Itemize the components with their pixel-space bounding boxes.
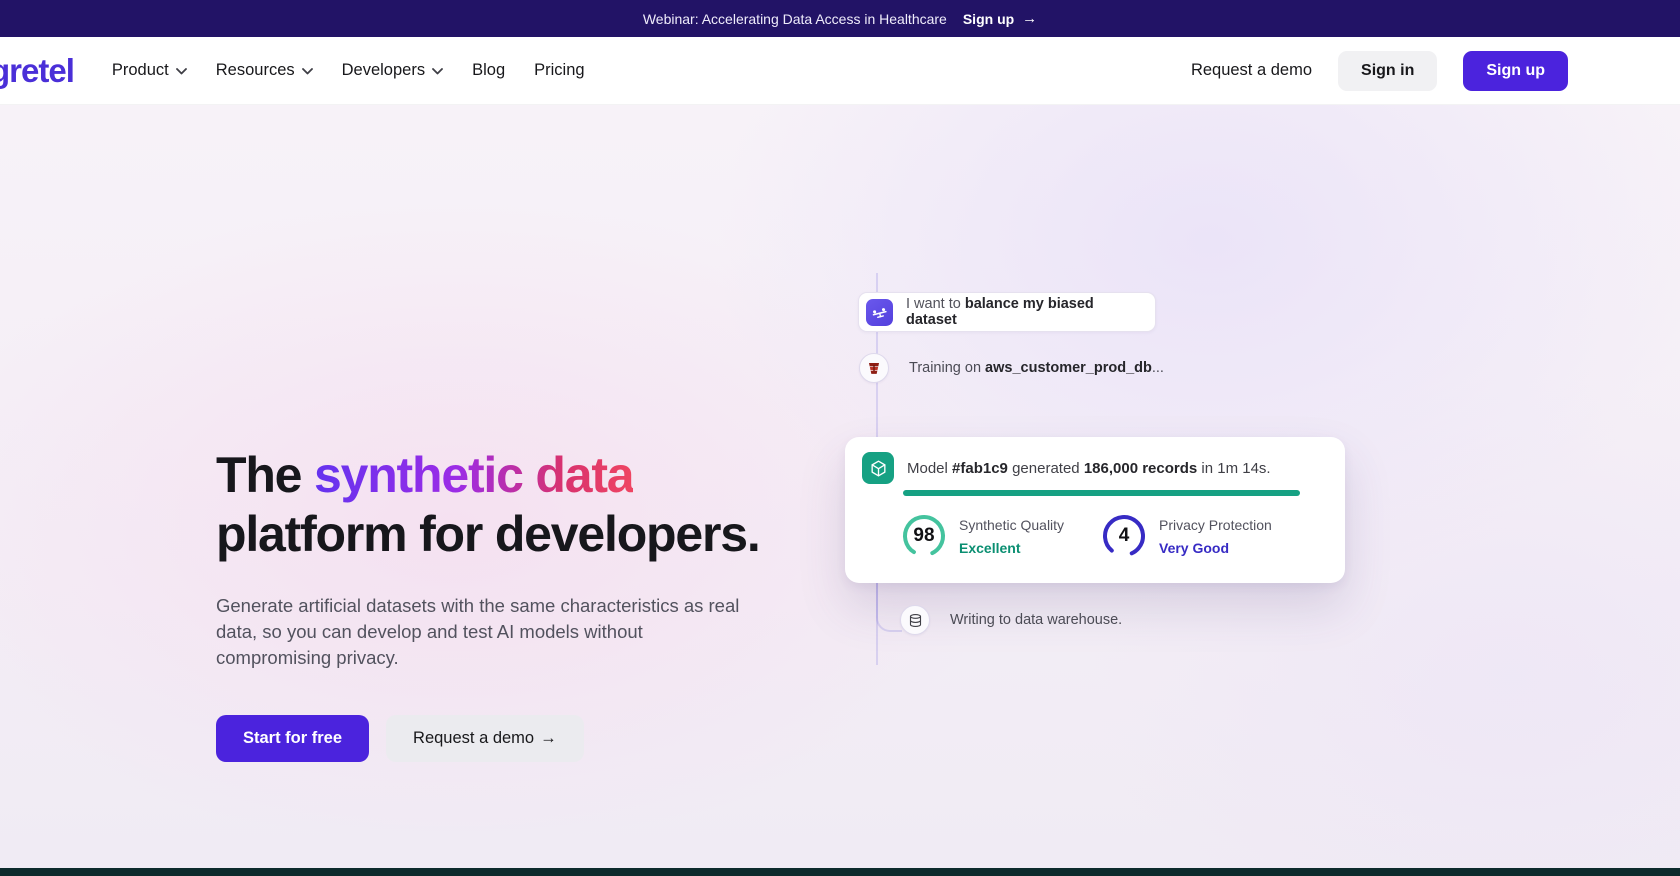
- hero-title-prefix: The: [216, 447, 314, 503]
- privacy-score-value: 4: [1101, 513, 1147, 559]
- chevron-down-icon: [302, 68, 313, 75]
- synthetic-quality-metric: 98 Synthetic Quality Excellent: [901, 513, 1064, 559]
- arrow-right-icon: →: [1022, 10, 1037, 27]
- nav-item-pricing[interactable]: Pricing: [534, 61, 584, 80]
- gretel-logo[interactable]: gretel: [0, 54, 74, 87]
- workflow-writing-step: Writing to data warehouse.: [900, 605, 1122, 635]
- nav-item-resources[interactable]: Resources: [216, 61, 313, 80]
- database-icon: [900, 605, 930, 635]
- request-demo-link[interactable]: Request a demo: [1191, 61, 1312, 80]
- sign-in-button[interactable]: Sign in: [1338, 51, 1437, 91]
- sign-up-button[interactable]: Sign up: [1463, 51, 1568, 91]
- prompt-text: I want to balance my biased dataset: [906, 296, 1148, 328]
- quality-score-value: 98: [901, 513, 947, 559]
- request-demo-button[interactable]: Request a demo→: [386, 715, 584, 762]
- arrow-right-icon: →: [540, 729, 557, 747]
- banner-text: Webinar: Accelerating Data Access in Hea…: [643, 11, 947, 27]
- writing-text: Writing to data warehouse.: [950, 612, 1122, 628]
- quality-rating: Excellent: [959, 540, 1064, 556]
- model-row: Model #fab1c9 generated 186,000 records …: [862, 452, 1271, 484]
- model-cube-icon: [862, 452, 894, 484]
- announcement-banner: Webinar: Accelerating Data Access in Hea…: [0, 0, 1680, 37]
- hero-cta-row: Start for free Request a demo→: [216, 715, 776, 762]
- hero-copy: The synthetic dataplatform for developer…: [216, 446, 776, 762]
- main-nav: gretel Product Resources Developers Blog…: [0, 37, 1680, 105]
- start-free-button[interactable]: Start for free: [216, 715, 369, 762]
- chevron-down-icon: [176, 68, 187, 75]
- s3-bucket-icon: [859, 353, 889, 383]
- privacy-protection-metric: 4 Privacy Protection Very Good: [1101, 513, 1272, 559]
- nav-item-developers[interactable]: Developers: [342, 61, 443, 80]
- nav-actions: Request a demo Sign in Sign up: [1191, 51, 1568, 91]
- hero-description: Generate artificial datasets with the sa…: [216, 593, 761, 671]
- nav-links: Product Resources Developers Blog Pricin…: [112, 61, 585, 80]
- next-section-edge: [0, 868, 1680, 876]
- quality-label: Synthetic Quality: [959, 516, 1064, 534]
- model-result-card: Model #fab1c9 generated 186,000 records …: [845, 437, 1345, 583]
- banner-signup-link[interactable]: Sign up →: [963, 10, 1037, 27]
- privacy-rating: Very Good: [1159, 540, 1272, 556]
- generation-progress-bar: [903, 490, 1300, 496]
- hero-title-highlight: synthetic data: [314, 447, 633, 503]
- training-text: Training on aws_customer_prod_db...: [909, 360, 1164, 376]
- hero-title-line2: platform for developers.: [216, 506, 760, 562]
- model-summary-text: Model #fab1c9 generated 186,000 records …: [907, 460, 1271, 477]
- balance-scale-icon: [866, 299, 893, 326]
- workflow-prompt-bubble: I want to balance my biased dataset: [858, 292, 1156, 332]
- privacy-score-gauge: 4: [1101, 513, 1147, 559]
- chevron-down-icon: [432, 68, 443, 75]
- workflow-timeline-connector: [876, 583, 902, 632]
- nav-item-blog[interactable]: Blog: [472, 61, 505, 80]
- workflow-training-step: Training on aws_customer_prod_db...: [859, 353, 1164, 383]
- nav-item-product[interactable]: Product: [112, 61, 187, 80]
- privacy-label: Privacy Protection: [1159, 516, 1272, 534]
- hero-section: The synthetic dataplatform for developer…: [0, 105, 1680, 868]
- quality-score-gauge: 98: [901, 513, 947, 559]
- hero-title: The synthetic dataplatform for developer…: [216, 446, 776, 564]
